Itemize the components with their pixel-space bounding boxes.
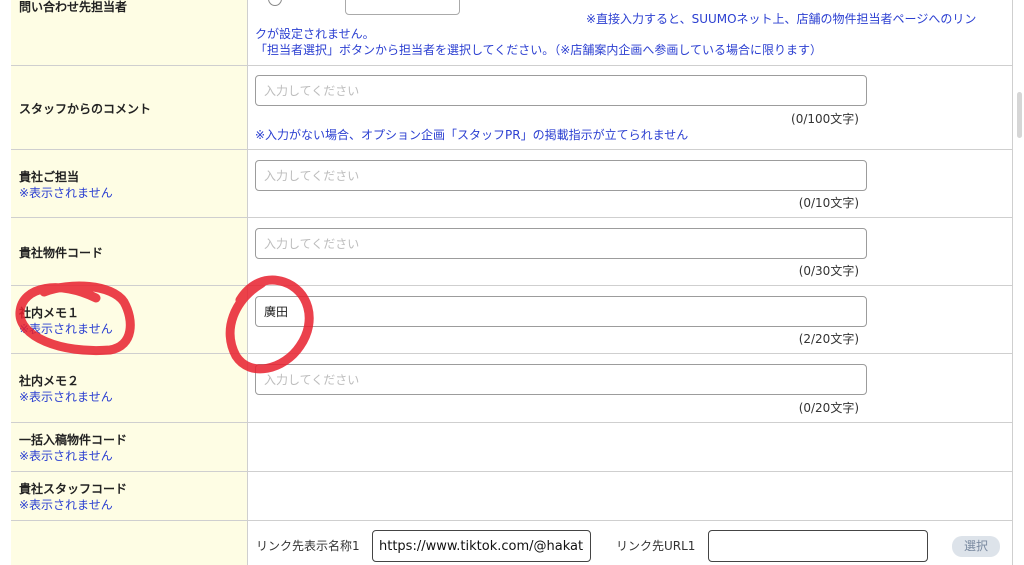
label-cell: 社内メモ１ ※表示されません [11,286,248,353]
contact-person-note-2: クが設定されません。 [255,27,375,41]
row-property-code: 貴社物件コード (0/30文字) [11,218,1013,286]
row-memo-2: 社内メモ２ ※表示されません (0/20文字) [11,354,1013,423]
bulk-code-note: ※表示されません [19,449,113,463]
link-name-label: リンク先表示名称1 [256,539,360,553]
label-cell: 貴社物件コード [11,218,248,285]
radio-button[interactable] [268,0,282,6]
row-staff-comment: スタッフからのコメント (0/100文字) ※入力がない場合、オプション企画「ス… [11,66,1013,150]
label-cell: スタッフからのコメント [11,66,248,149]
company-person-counter: (0/10文字) [798,196,859,210]
link-url-label: リンク先URL1 [616,539,696,553]
property-code-label: 貴社物件コード [19,246,104,260]
company-person-input[interactable] [255,160,867,191]
memo2-label: 社内メモ２ [19,374,80,388]
memo2-note: ※表示されません [19,390,113,404]
label-cell: 社内メモ２ ※表示されません [11,354,248,422]
contact-person-label: 問い合わせ先担当者 [19,0,128,14]
row-staff-code: 貴社スタッフコード ※表示されません [11,472,1013,521]
memo1-counter: (2/20文字) [798,332,859,346]
select-button[interactable]: 選択 [952,536,1000,557]
bulk-code-label: 一括入稿物件コード [19,433,128,447]
scrollbar-track[interactable] [1016,0,1024,565]
company-person-note: ※表示されません [19,186,113,200]
staff-comment-label: スタッフからのコメント [19,102,152,116]
company-person-label: 貴社ご担当 [19,170,80,184]
memo2-input[interactable] [255,364,867,395]
staff-code-note: ※表示されません [19,498,113,512]
link-name-input[interactable] [372,530,591,562]
contact-person-note-3: 「担当者選択」ボタンから担当者を選択してください。（※店舗案内企画へ参画している… [255,43,822,57]
scrollbar-thumb[interactable] [1017,92,1022,138]
memo1-note: ※表示されません [19,322,113,336]
contact-person-select[interactable] [345,0,460,15]
staff-comment-counter: (0/100文字) [791,112,859,126]
label-cell: 貴社ご担当 ※表示されません [11,150,248,217]
property-code-counter: (0/30文字) [798,264,859,278]
staff-comment-note: ※入力がない場合、オプション企画「スタッフPR」の掲載指示が立てられません [255,128,689,142]
staff-comment-input[interactable] [255,75,867,106]
memo1-label: 社内メモ１ [19,306,80,320]
contact-person-note-1: ※直接入力すると、SUUMOネット上、店舗の物件担当者ページへのリン [586,12,977,26]
label-cell: 一括入稿物件コード ※表示されません [11,423,248,471]
link-url-input[interactable] [708,530,928,562]
memo1-input[interactable] [255,296,867,327]
row-company-person: 貴社ご担当 ※表示されません (0/10文字) [11,150,1013,218]
label-cell: 問い合わせ先担当者 [11,0,248,65]
label-cell [11,521,248,565]
row-memo-1: 社内メモ１ ※表示されません (2/20文字) [11,286,1013,354]
row-bulk-code: 一括入稿物件コード ※表示されません [11,423,1013,472]
staff-code-label: 貴社スタッフコード [19,482,128,496]
row-contact-person: 問い合わせ先担当者 ※直接入力すると、SUUMOネット上、店舗の物件担当者ページ… [11,0,1013,66]
property-code-input[interactable] [255,228,867,259]
label-cell: 貴社スタッフコード ※表示されません [11,472,248,520]
memo2-counter: (0/20文字) [798,401,859,415]
